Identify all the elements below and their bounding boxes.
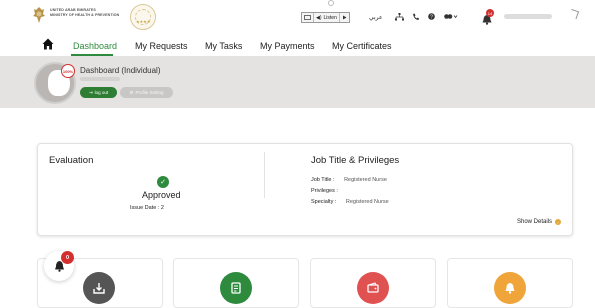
accessibility-menu-icon[interactable]	[444, 13, 458, 20]
profile-completion-badge: 100%	[61, 64, 75, 78]
check-circle-icon: ✓	[157, 176, 169, 188]
logout-button[interactable]: ⇥ log out	[80, 87, 117, 98]
rating-seal-icon: ★★★★	[130, 4, 156, 30]
evaluation-status: Approved	[142, 190, 181, 200]
logout-label: log out	[94, 90, 109, 95]
tab-dashboard[interactable]: Dashboard	[73, 41, 117, 51]
language-switch[interactable]: عربي	[369, 14, 383, 21]
profile-banner	[0, 56, 595, 108]
tab-my-payments[interactable]: My Payments	[260, 41, 315, 51]
tab-my-requests[interactable]: My Requests	[135, 41, 188, 51]
privileges-label: Privileges :	[311, 188, 338, 194]
listen-control[interactable]: ◀) Listen	[301, 12, 350, 23]
specialty-label: Specialty :	[311, 199, 337, 205]
tab-my-certificates[interactable]: My Certificates	[332, 41, 392, 51]
svg-text:?: ?	[430, 14, 433, 20]
keyboard-icon[interactable]	[302, 13, 314, 22]
show-details-label: Show Details	[517, 219, 553, 225]
notifications-bell[interactable]: 14	[482, 9, 494, 25]
help-icon[interactable]: ?	[428, 13, 435, 20]
evaluation-heading: Evaluation	[49, 155, 94, 166]
job-title-heading: Job Title & Privileges	[311, 155, 400, 166]
document-edit-icon	[220, 272, 252, 304]
uae-emblem-icon	[33, 7, 45, 23]
job-title-row: Job Title : Registered Nurse	[311, 177, 387, 183]
wallet-icon	[357, 272, 389, 304]
listen-label: Listen	[323, 14, 337, 21]
notification-count-badge: 0	[61, 251, 74, 264]
sitemap-icon[interactable]	[395, 13, 404, 21]
profile-setting-label: Profile Setting	[135, 90, 164, 95]
specialty-row: Specialty : Registered Nurse	[311, 199, 389, 205]
user-subtitle	[80, 77, 120, 81]
gear-icon: ⚙	[129, 89, 134, 95]
loading-indicator-icon	[328, 0, 334, 6]
card-divider	[264, 152, 265, 198]
play-button[interactable]	[340, 13, 349, 22]
play-icon	[342, 15, 347, 20]
ministry-line-2: MINISTRY OF HEALTH & PREVENTION	[50, 13, 120, 17]
phone-icon[interactable]	[412, 13, 419, 21]
bell-icon	[494, 272, 526, 304]
evaluation-card	[37, 143, 573, 236]
job-title-label: Job Title :	[311, 177, 335, 183]
page-title: Dashboard (Individual)	[80, 66, 161, 75]
user-name[interactable]	[504, 14, 552, 19]
speaker-icon: ◀)	[316, 14, 322, 21]
chevron-right-icon: ›	[555, 219, 562, 225]
profile-setting-button[interactable]: ⚙ Profile Setting	[120, 87, 173, 98]
logout-icon: ⇥	[88, 89, 93, 95]
ministry-name: UNITED ARAB EMIRATES MINISTRY OF HEALTH …	[50, 8, 119, 18]
specialty-value: Registered Nurse	[345, 199, 389, 205]
notification-count-badge: 14	[486, 9, 494, 17]
tab-my-tasks[interactable]: My Tasks	[205, 41, 242, 51]
job-title-value: Registered Nurse	[344, 177, 387, 183]
show-details-link[interactable]: Show Details ›	[517, 219, 562, 225]
issue-date: Issue Date : 2	[130, 205, 164, 211]
privileges-row: Privileges :	[311, 188, 346, 194]
home-icon[interactable]	[42, 38, 54, 50]
listen-button[interactable]: ◀) Listen	[314, 13, 340, 22]
download-icon	[83, 272, 115, 304]
